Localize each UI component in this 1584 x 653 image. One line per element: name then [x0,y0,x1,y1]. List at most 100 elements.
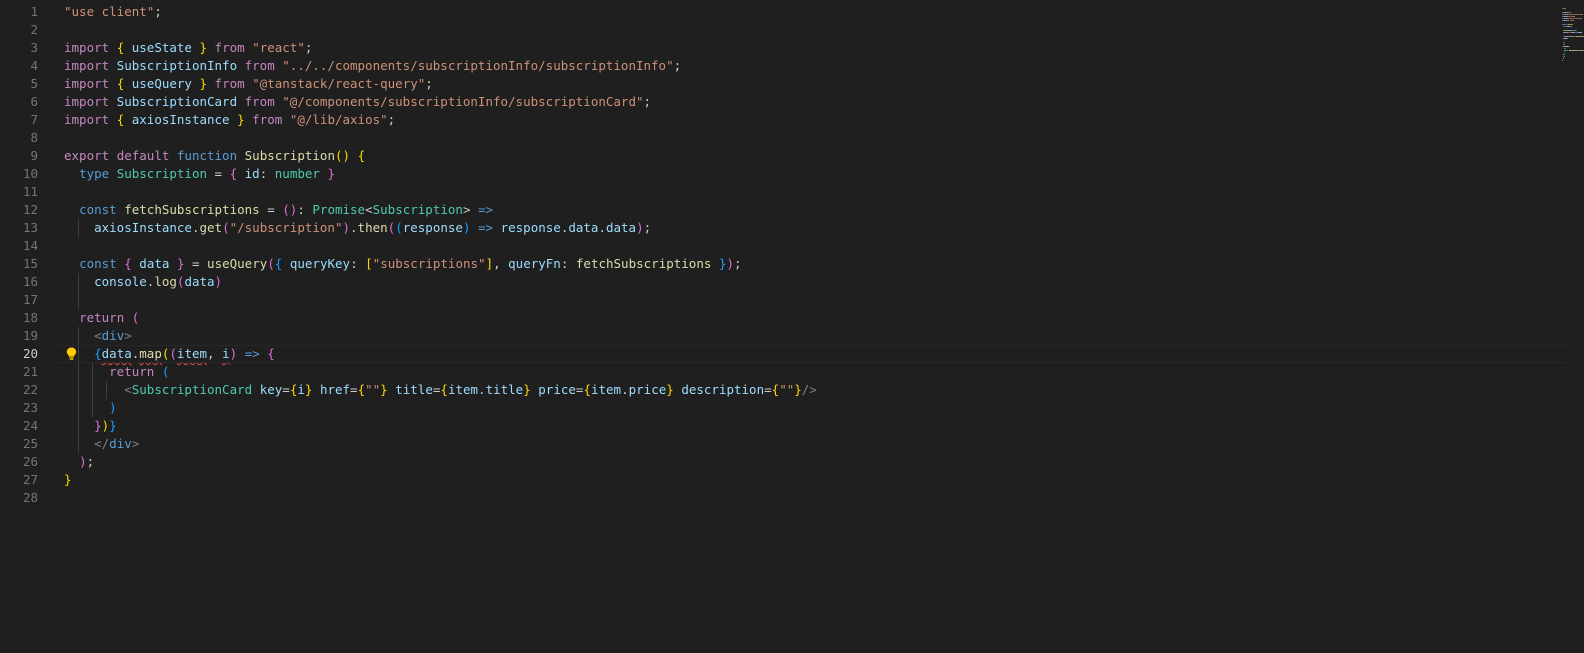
line-content[interactable]: return ( [64,363,169,381]
line-content[interactable]: import { useQuery } from "@tanstack/reac… [64,75,433,93]
code-token: import [64,94,110,109]
line-content[interactable]: <div> [64,327,132,345]
code-token: ) [726,256,734,271]
line-content[interactable]: console.log(data) [64,273,222,291]
code-token: function [176,148,238,163]
minimap-token [1562,58,1564,59]
code-token: "react" [252,40,305,55]
code-line[interactable]: 26 ); [0,453,1566,471]
code-token: SubscriptionCard [109,94,245,109]
code-line[interactable]: 4 import SubscriptionInfo from "../../com… [0,57,1566,75]
code-line[interactable]: 1 "use client"; [0,3,1566,21]
code-token: import [64,76,110,91]
code-token: { [357,382,366,397]
line-content[interactable]: return ( [64,309,139,327]
code-line[interactable]: 14 [0,237,1566,255]
line-content[interactable]: import SubscriptionInfo from "../../comp… [64,57,681,75]
code-line[interactable]: 24 })} [0,417,1566,435]
code-line[interactable]: 23 ) [0,399,1566,417]
line-content[interactable]: ); [64,453,94,471]
line-content[interactable]: <SubscriptionCard key={i} href={""} titl… [64,381,817,399]
code-token: } [523,382,531,397]
line-number: 19 [22,328,38,343]
line-content[interactable]: axiosInstance.get("/subscription").then(… [64,219,651,237]
code-token: ) [109,400,117,415]
code-line[interactable]: 5 import { useQuery } from "@tanstack/rea… [0,75,1566,93]
code-token: console [94,274,147,289]
line-number: 10 [22,166,38,181]
code-token: ( [267,256,275,271]
line-content[interactable]: } [64,471,72,489]
code-token: from [214,76,245,91]
code-token: SubscriptionInfo [109,58,245,73]
code-line[interactable]: 15 const { data } = useQuery({ queryKey:… [0,255,1566,273]
line-content[interactable]: </div> [64,435,139,453]
code-token: ; [154,4,162,19]
code-line[interactable]: 6 import SubscriptionCard from "@/compone… [0,93,1566,111]
code-token: ) [79,454,87,469]
code-line[interactable]: 27} [0,471,1566,489]
line-content[interactable]: import { axiosInstance } from "@/lib/axi… [64,111,395,129]
code-token: { [229,166,238,181]
code-editor[interactable]: 1 "use client"; 2 3 import { useState } from… [0,0,1584,653]
code-line[interactable]: 7 import { axiosInstance } from "@/lib/ax… [0,111,1566,129]
line-number: 11 [22,184,38,199]
code-token: fetchSubscriptions [124,202,260,217]
code-line[interactable]: 22 <SubscriptionCard key={i} href={""} t… [0,381,1566,399]
code-line[interactable]: 3 import { useState } from "react"; [0,39,1566,57]
line-content[interactable]: import SubscriptionCard from "@/componen… [64,93,651,111]
code-token: default [116,148,170,163]
code-token: from [244,94,275,109]
code-line[interactable]: 20 {data.map((item, i) => { [0,345,1566,363]
code-token: id [244,166,260,181]
line-number: 25 [22,436,38,451]
line-number: 28 [22,490,38,505]
line-content[interactable]: ) [64,399,117,417]
code-token: } [94,418,102,433]
code-token: useState [124,40,200,55]
code-line[interactable]: 13 axiosInstance.get("/subscription").th… [0,219,1566,237]
code-line[interactable]: 8 [0,129,1566,147]
line-content[interactable]: const fetchSubscriptions = (): Promise<S… [64,201,493,219]
code-token: } [327,166,335,181]
minimap-token [1581,18,1583,19]
code-line[interactable]: 2 [0,21,1566,39]
line-content[interactable]: type Subscription = { id: number } [64,165,335,183]
code-line[interactable]: 11 [0,183,1566,201]
code-token: import [64,40,110,55]
code-line[interactable]: 18 return ( [0,309,1566,327]
code-line[interactable]: 19 <div> [0,327,1566,345]
code-token: = [764,382,772,397]
code-line[interactable]: 25 </div> [0,435,1566,453]
code-token: } [199,40,208,55]
code-line[interactable]: 16 console.log(data) [0,273,1566,291]
code-line[interactable]: 28 [0,489,1566,507]
code-token: href [319,382,351,397]
minimap-token [1564,44,1565,45]
code-token: "subscriptions" [372,256,486,271]
line-content[interactable]: export default function Subscription() { [64,147,365,165]
line-content[interactable]: const { data } = useQuery({ queryKey: ["… [64,255,741,273]
code-line[interactable]: 9 export default function Subscription() … [0,147,1566,165]
code-line[interactable]: 10 type Subscription = { id: number } [0,165,1566,183]
minimap-token [1565,48,1567,49]
minimap[interactable] [1558,0,1584,653]
code-line[interactable]: 12 const fetchSubscriptions = (): Promis… [0,201,1566,219]
line-content[interactable]: import { useState } from "react"; [64,39,312,57]
code-token: ; [643,220,652,235]
line-content[interactable]: })} [64,417,117,435]
line-content[interactable]: "use client"; [64,3,162,21]
line-number: 3 [30,40,38,55]
line-content[interactable]: {data.map((item, i) => { [64,345,275,363]
code-line[interactable]: 17 [0,291,1566,309]
code-line[interactable]: 21 return ( [0,363,1566,381]
